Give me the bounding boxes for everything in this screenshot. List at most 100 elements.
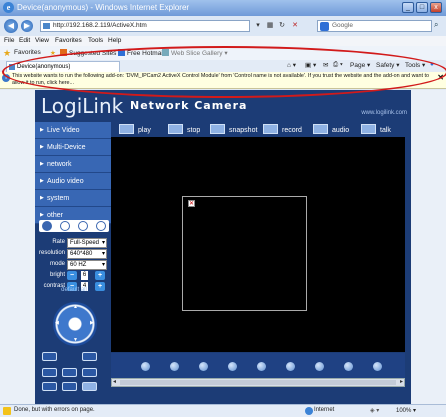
back-button[interactable]: ◀ (4, 19, 18, 33)
fav-label: Free Hotmail (127, 50, 165, 57)
menu-bar: File Edit View Favorites Tools Help (0, 36, 446, 46)
ptz-control[interactable]: ▲ ▼ ◀ ▶ (53, 302, 97, 346)
safety-menu[interactable]: Safety ▾ (376, 61, 400, 69)
dropdown-icon[interactable]: ▾ (252, 20, 264, 32)
flip-button[interactable] (42, 368, 57, 377)
fav-item-hotmail[interactable]: Free Hotmail (118, 49, 164, 57)
nav-live-video[interactable]: ▶ Live Video (35, 122, 111, 139)
rate-select[interactable]: Full-Speed (67, 238, 107, 248)
scroll-left-icon[interactable]: ◂ (113, 378, 116, 385)
resolution-label: resolution (39, 250, 66, 256)
channel-button[interactable] (315, 362, 324, 371)
bright-increase-button[interactable]: + (95, 271, 105, 280)
talk-button[interactable]: talk (361, 124, 391, 136)
preset-button[interactable] (42, 382, 57, 391)
patrol-vertical-button[interactable] (42, 352, 57, 361)
nine-view-icon[interactable] (78, 221, 88, 231)
mail-icon[interactable]: ✉ (323, 61, 328, 69)
favorites-button[interactable]: Favorites (14, 49, 41, 56)
print-icon[interactable]: ⎙ ▾ (333, 61, 343, 69)
pan-up-icon[interactable]: ▲ (73, 304, 78, 310)
channel-button[interactable] (199, 362, 208, 371)
video-view[interactable]: ✕ (111, 137, 405, 352)
channel-button[interactable] (257, 362, 266, 371)
menu-view[interactable]: View (35, 37, 49, 44)
page-menu[interactable]: Page ▾ (350, 61, 370, 69)
compat-view-icon[interactable]: ▦ (264, 20, 276, 32)
menu-file[interactable]: File (4, 37, 14, 44)
menu-favorites[interactable]: Favorites (55, 37, 82, 44)
sixteen-view-icon[interactable] (96, 221, 106, 231)
quad-view-icon[interactable] (60, 221, 70, 231)
mode-select[interactable]: 60 HZ (67, 260, 107, 270)
close-icon[interactable]: ✕ (437, 74, 444, 82)
fav-item-suggested[interactable]: Suggested Sites ▾ (60, 49, 121, 57)
information-bar[interactable]: i This website wants to run the followin… (0, 72, 446, 89)
scroll-right-icon[interactable]: ▸ (400, 378, 403, 385)
talk-icon (361, 124, 376, 134)
url-field[interactable]: http://192.168.2.119/ActiveX.htm (40, 20, 250, 32)
nav-label: Audio video (47, 178, 84, 185)
ptz-center-button[interactable] (71, 320, 79, 328)
menu-edit[interactable]: Edit (19, 37, 30, 44)
menu-help[interactable]: Help (108, 37, 121, 44)
play-icon (119, 124, 134, 134)
fav-item-webslice[interactable]: Web Slice Gallery ▾ (162, 49, 228, 57)
channel-button[interactable] (373, 362, 382, 371)
arrow-icon: ▶ (40, 161, 44, 167)
horizontal-scrollbar[interactable]: ◂ ▸ (111, 378, 405, 387)
maximize-button[interactable]: □ (416, 2, 428, 13)
protected-mode-icon[interactable]: ◈ ▾ (370, 407, 379, 414)
tools-menu[interactable]: Tools ▾ (405, 61, 425, 69)
minimize-button[interactable]: _ (402, 2, 414, 13)
channel-bar (111, 353, 405, 378)
channel-button[interactable] (228, 362, 237, 371)
nav-multi-device[interactable]: ▶ Multi-Device (35, 139, 111, 156)
arrow-icon: ▶ (40, 178, 44, 184)
channel-button[interactable] (141, 362, 150, 371)
channel-button[interactable] (344, 362, 353, 371)
play-button[interactable]: play (119, 124, 151, 136)
camera-app: LogiLink Network Camera www.logilink.com… (35, 90, 411, 404)
add-favorite-icon[interactable]: ★ (50, 49, 56, 57)
channel-button[interactable] (170, 362, 179, 371)
tab-device[interactable]: Device(anonymous) (6, 61, 120, 72)
bright-decrease-button[interactable]: − (67, 271, 77, 280)
stop-button[interactable]: stop (168, 124, 200, 136)
default-all-link[interactable]: default all (39, 287, 109, 293)
mode-label: mode (49, 261, 65, 267)
pan-right-icon[interactable]: ▶ (90, 320, 94, 326)
home-icon[interactable]: ⌂ ▾ (287, 61, 296, 69)
audio-button[interactable]: audio (313, 124, 349, 136)
pan-down-icon[interactable]: ▼ (73, 337, 78, 343)
google-icon (320, 22, 329, 31)
mirror-button[interactable] (62, 368, 77, 377)
help-icon[interactable]: ● (430, 61, 434, 68)
suggested-sites-icon (60, 49, 67, 56)
pan-left-icon[interactable]: ◀ (55, 320, 59, 326)
button-label: play (138, 127, 151, 134)
nav-system[interactable]: ▶ system (35, 190, 111, 207)
search-input[interactable]: Google (317, 20, 432, 32)
io-switch-button[interactable] (82, 368, 97, 377)
refresh-icon[interactable]: ↻ (276, 20, 288, 32)
zoom-level[interactable]: 100% ▾ (396, 407, 416, 414)
nav-audio-video[interactable]: ▶ Audio video (35, 173, 111, 190)
resolution-select[interactable]: 640*480 (67, 249, 107, 259)
close-window-button[interactable]: x (430, 2, 442, 13)
record-button[interactable]: record (263, 124, 302, 136)
patrol-horizontal-button[interactable] (82, 352, 97, 361)
feeds-icon[interactable]: ▣ ▾ (305, 61, 316, 69)
single-view-icon[interactable] (42, 221, 52, 231)
scroll-thumb[interactable] (120, 380, 396, 385)
zoom-button[interactable] (62, 382, 77, 391)
nav-network[interactable]: ▶ network (35, 156, 111, 173)
warning-icon[interactable] (3, 407, 11, 415)
stop-icon[interactable]: ✕ (289, 20, 301, 32)
focus-button[interactable] (82, 382, 97, 391)
channel-button[interactable] (286, 362, 295, 371)
search-icon[interactable]: ⌕ (434, 20, 444, 32)
menu-tools[interactable]: Tools (88, 37, 103, 44)
snapshot-button[interactable]: snapshot (210, 124, 257, 136)
forward-button[interactable]: ▶ (21, 20, 33, 32)
